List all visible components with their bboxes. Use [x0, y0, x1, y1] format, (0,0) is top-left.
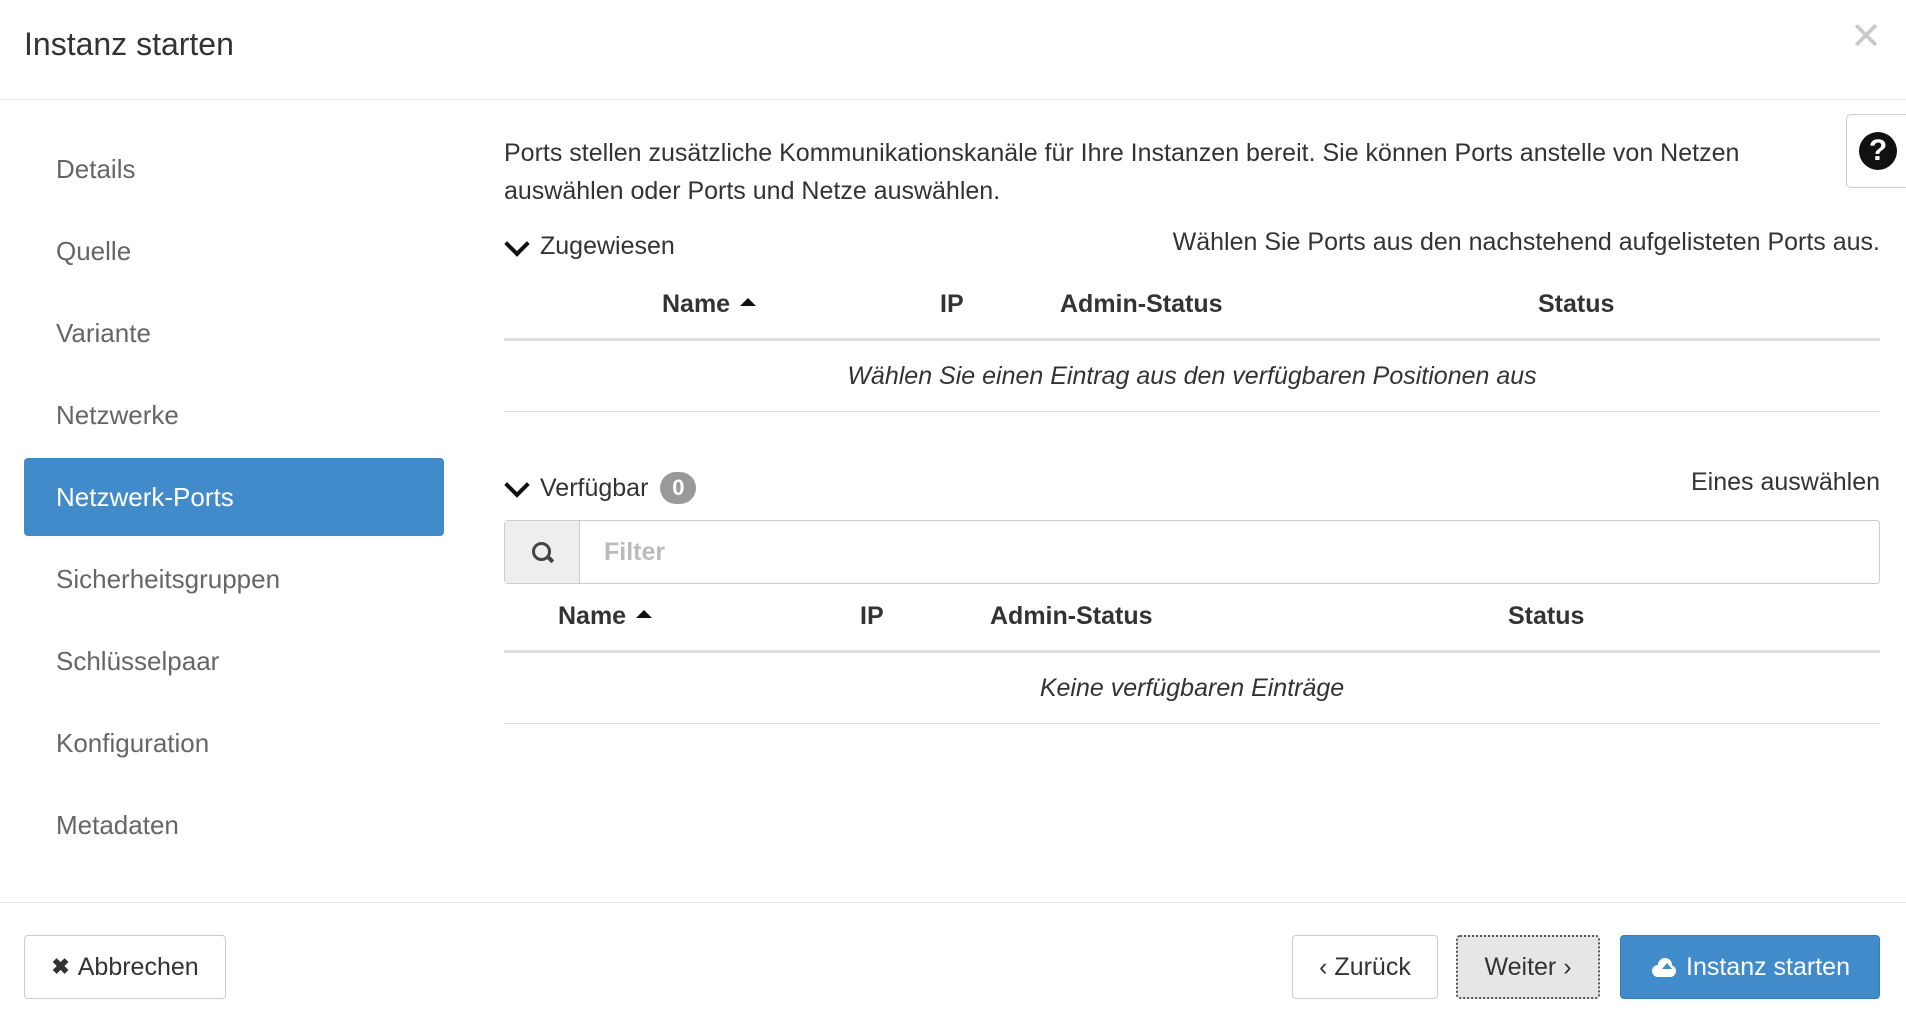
sidebar-item-metadaten[interactable]: Metadaten [24, 786, 444, 864]
allocated-table-header: Name IP Admin-Status Status [504, 272, 1880, 341]
sidebar-item-details[interactable]: Details [24, 130, 444, 208]
allocated-col-name[interactable]: Name [662, 290, 757, 319]
allocated-section-header: Zugewiesen Wählen Sie Ports aus den nach… [504, 228, 1880, 272]
launch-instance-button[interactable]: Instanz starten [1620, 935, 1880, 999]
sort-asc-icon [740, 298, 757, 306]
allocated-help-text: Wählen Sie Ports aus den nachstehend auf… [1172, 228, 1880, 256]
available-label: Verfügbar [540, 473, 649, 502]
available-col-status[interactable]: Status [1508, 602, 1584, 631]
cloud-upload-icon [1650, 958, 1676, 977]
step-content: Ports stellen zusätzliche Kommunikations… [504, 134, 1880, 724]
allocated-empty-message: Wählen Sie einen Eintrag aus den verfügb… [504, 341, 1880, 412]
sidebar-item-netzwerke[interactable]: Netzwerke [24, 376, 444, 454]
sidebar-item-netzwerk-ports[interactable]: Netzwerk-Ports [24, 458, 444, 536]
sort-asc-icon [636, 610, 653, 618]
allocated-col-admin-status[interactable]: Admin-Status [1060, 290, 1223, 319]
sidebar-item-konfiguration[interactable]: Konfiguration [24, 704, 444, 782]
available-col-name[interactable]: Name [558, 602, 653, 631]
search-addon [505, 521, 580, 583]
modal-footer: ✖ Abbrechen ‹ Zurück Weiter › Instanz st… [0, 902, 1906, 1028]
available-col-admin-status[interactable]: Admin-Status [990, 602, 1153, 631]
available-section-header: Verfügbar 0 Eines auswählen [504, 468, 1880, 512]
next-button[interactable]: Weiter › [1456, 935, 1600, 999]
filter-input[interactable] [580, 521, 1879, 583]
sidebar-item-schluesselpaar[interactable]: Schlüsselpaar [24, 622, 444, 700]
search-icon [532, 542, 555, 564]
close-icon: ✖ [51, 954, 70, 979]
allocated-label: Zugewiesen [540, 232, 675, 260]
sidebar-item-sicherheitsgruppen[interactable]: Sicherheitsgruppen [24, 540, 444, 618]
allocated-toggle[interactable]: Zugewiesen [504, 230, 675, 261]
available-count-badge: 0 [660, 472, 697, 504]
back-button[interactable]: ‹ Zurück [1292, 935, 1438, 999]
chevron-down-icon [504, 472, 530, 498]
sidebar-item-quelle[interactable]: Quelle [24, 212, 444, 290]
available-toggle[interactable]: Verfügbar 0 [504, 472, 697, 504]
step-description: Ports stellen zusätzliche Kommunikations… [504, 139, 1740, 205]
modal-header: Instanz starten ✕ [0, 0, 1906, 100]
sidebar-item-variante[interactable]: Variante [24, 294, 444, 372]
available-table-header: Name IP Admin-Status Status [504, 584, 1880, 653]
modal-title: Instanz starten [24, 26, 234, 62]
cancel-button[interactable]: ✖ Abbrechen [24, 935, 226, 999]
available-col-ip[interactable]: IP [860, 602, 884, 631]
available-help-text: Eines auswählen [1690, 468, 1880, 496]
available-empty-message: Keine verfügbaren Einträge [504, 653, 1880, 724]
filter-group [504, 520, 1880, 584]
allocated-col-status[interactable]: Status [1538, 290, 1614, 319]
chevron-down-icon [504, 230, 530, 257]
wizard-nav: Details Quelle Variante Netzwerke Netzwe… [24, 130, 444, 868]
close-icon[interactable]: ✕ [1850, 18, 1882, 56]
allocated-col-ip[interactable]: IP [940, 290, 964, 319]
